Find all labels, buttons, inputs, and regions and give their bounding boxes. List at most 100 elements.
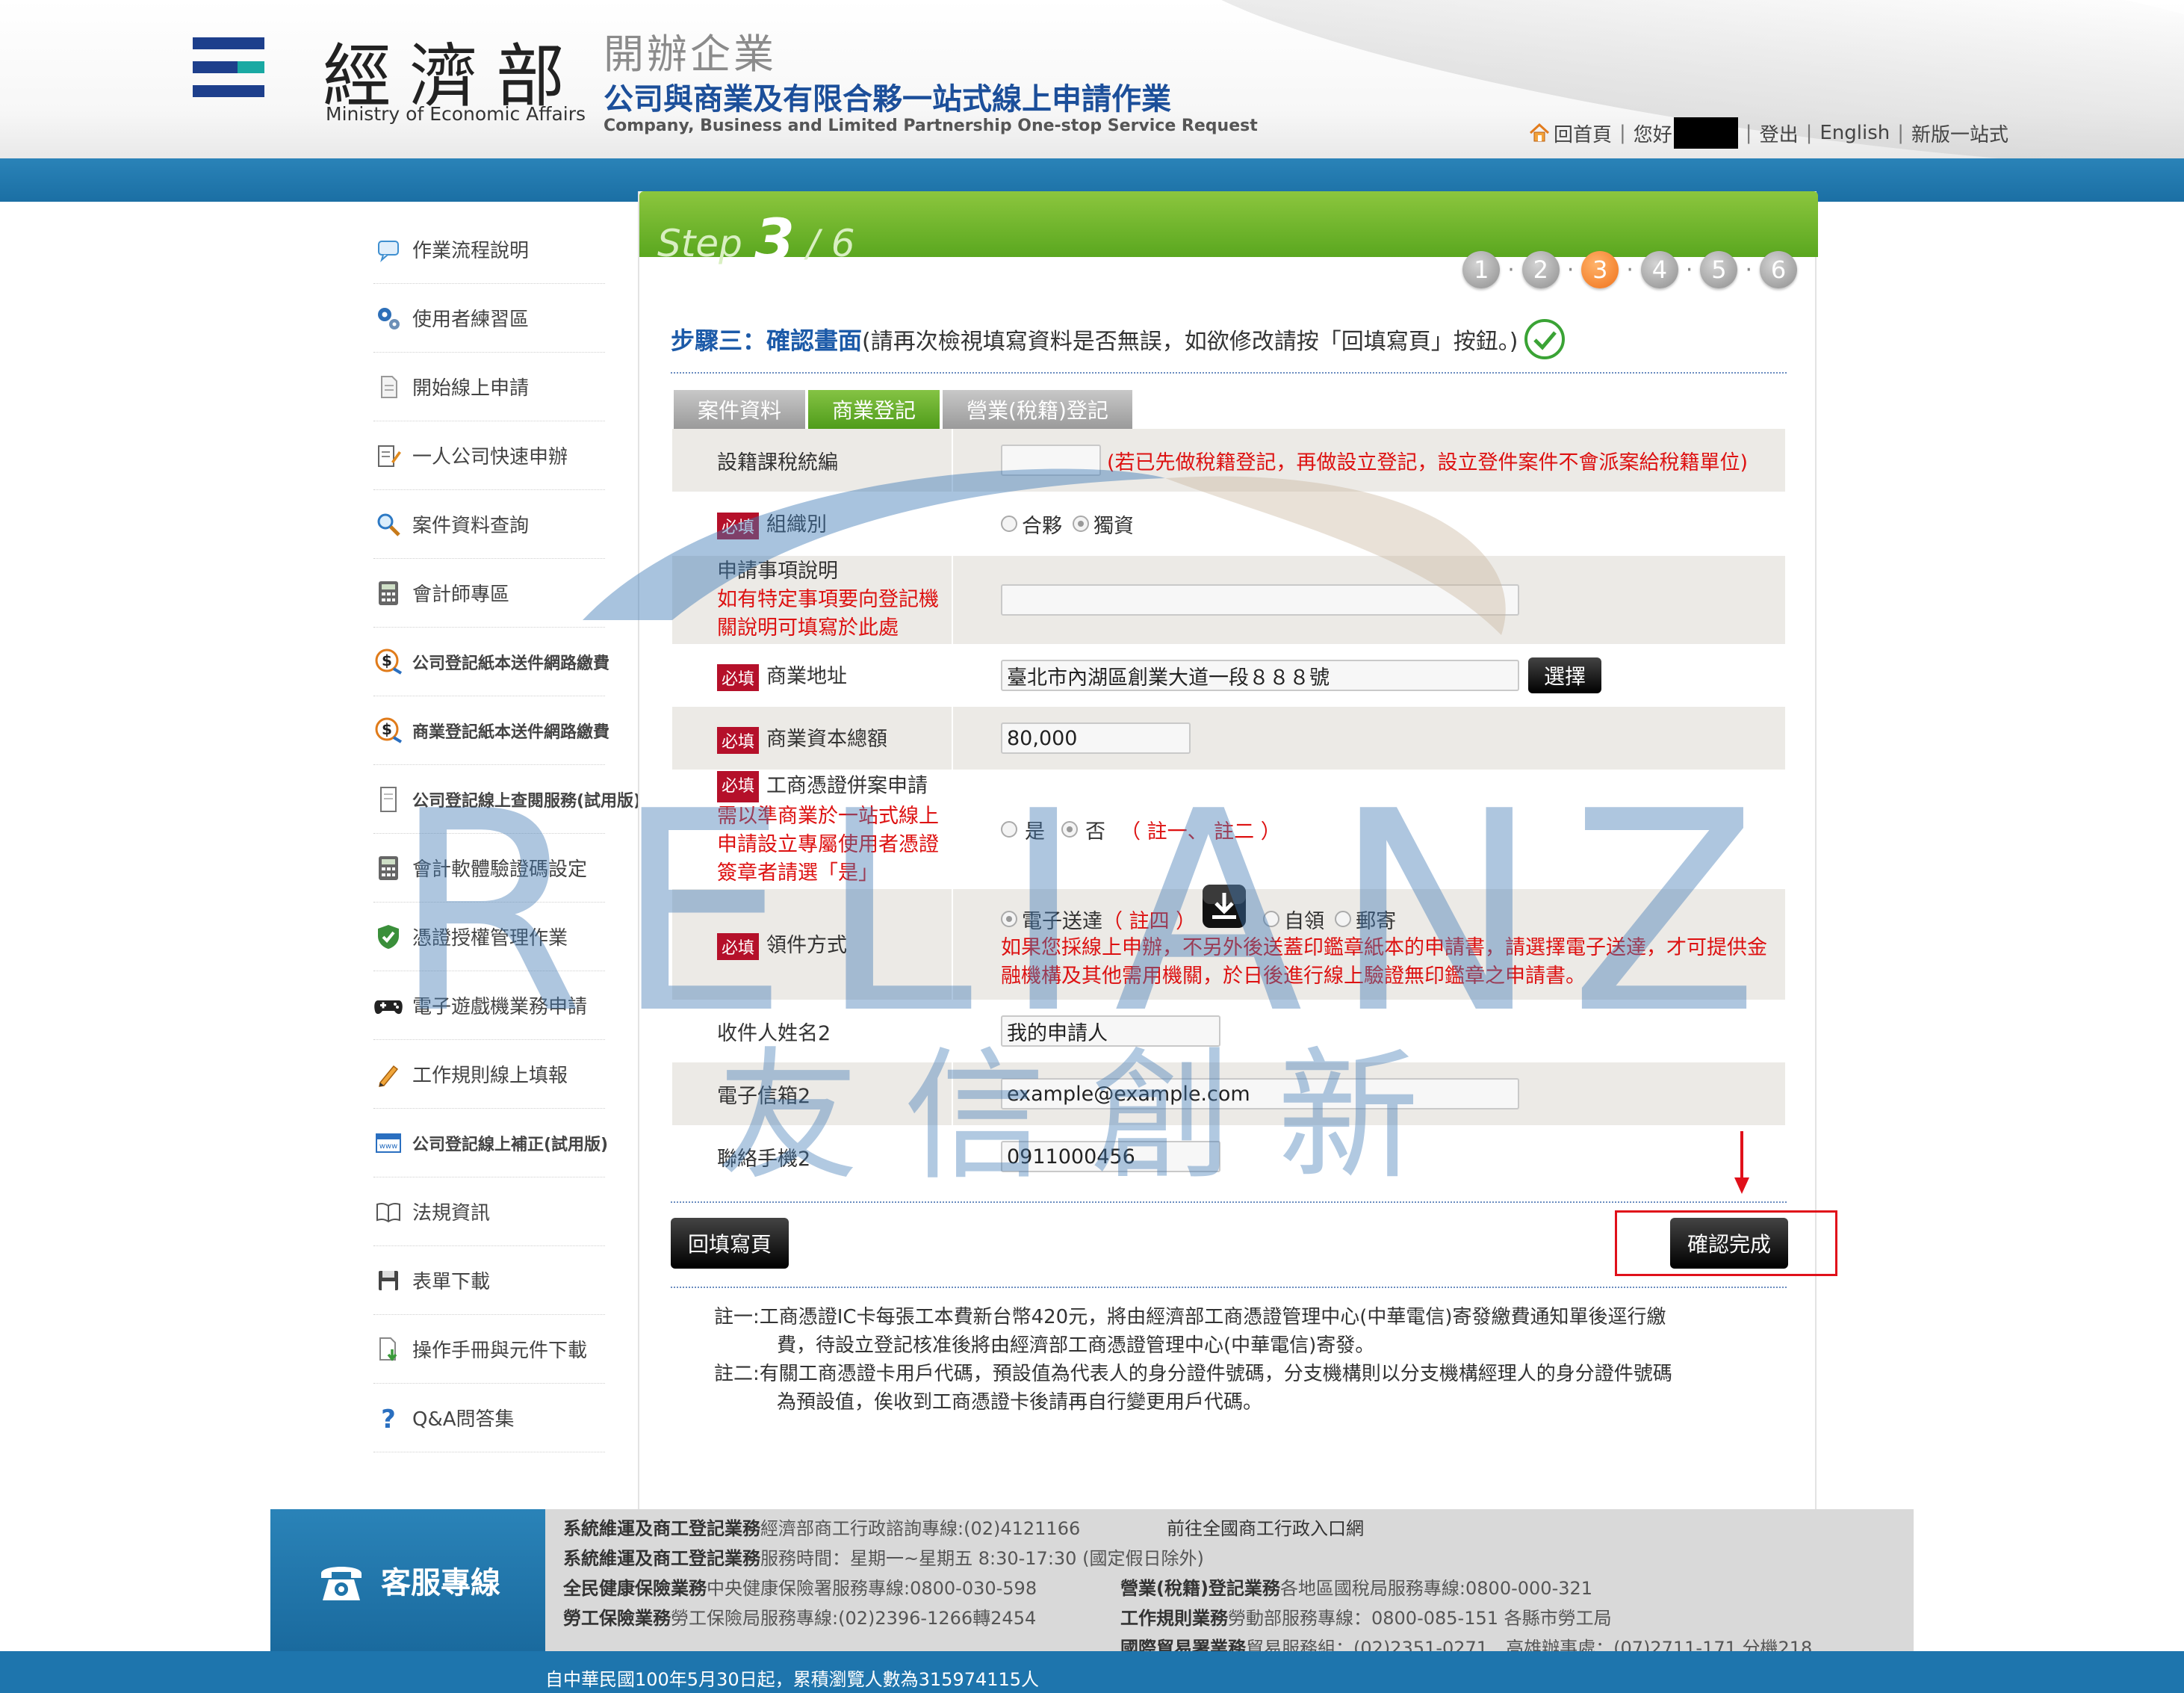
sidebar-item-label: 開始線上申請 bbox=[412, 377, 530, 400]
form-row-tax-id: 設籍課稅統編 (若已先做稅籍登記，再做設立登記，設立登件案件不會派案給稅籍單位) bbox=[672, 429, 1785, 492]
back-button[interactable]: 回填寫頁 bbox=[671, 1218, 789, 1269]
sidebar-item-0[interactable]: 作業流程說明 bbox=[373, 215, 605, 284]
sidebar-item-6[interactable]: $ 公司登記紙本送件網路繳費 bbox=[373, 628, 609, 696]
address-value-cell: 臺北市內湖區創業大道一段８８８號 選擇 bbox=[953, 644, 1785, 707]
link-separator: | bbox=[1619, 122, 1626, 144]
sidebar-item-11[interactable]: 電子遊戲機業務申請 bbox=[373, 971, 605, 1040]
sidebar-item-2[interactable]: 開始線上申請 bbox=[373, 353, 605, 421]
footer-line-text: 勞工保險局服務專線:(02)2396-1266轉2454 bbox=[671, 1608, 1037, 1629]
cert-radio-no[interactable] bbox=[1061, 821, 1078, 838]
sidebar-item-label: 公司登記紙本送件網路繳費 bbox=[412, 654, 610, 673]
sidebar-item-12[interactable]: 工作規則線上填報 bbox=[373, 1040, 605, 1109]
notes: 註一:工商憑證IC卡每張工本費新台幣420元，將由經濟部工商憑證管理中心(中華電… bbox=[714, 1303, 1672, 1417]
remark-input[interactable] bbox=[1001, 584, 1519, 616]
tax-id-note: (若已先做稅籍登記，再做設立登記，設立登件案件不會派案給稅籍單位) bbox=[1107, 451, 1749, 474]
sidebar-item-label: 憑證授權管理作業 bbox=[412, 927, 568, 950]
org-type-option-sole: 獨資 bbox=[1093, 514, 1134, 538]
dollar-coin-icon: $ bbox=[373, 647, 403, 677]
email-input[interactable]: example@example.com bbox=[1001, 1078, 1519, 1109]
svg-text:?: ? bbox=[381, 1405, 396, 1432]
step-current: 3 bbox=[754, 208, 795, 275]
cert-label: 工商憑證併案申請 bbox=[766, 774, 928, 798]
delivery-option-electronic: 電子送達 bbox=[1022, 909, 1102, 933]
address-input[interactable]: 臺北市內湖區創業大道一段８８８號 bbox=[1001, 660, 1519, 691]
shield-check-icon bbox=[373, 922, 403, 952]
sidebar-item-label: 商業登記紙本送件網路繳費 bbox=[412, 722, 610, 742]
sidebar-item-9[interactable]: 會計軟體驗證碼設定 bbox=[373, 834, 605, 903]
delivery-radio-mail[interactable] bbox=[1335, 911, 1352, 927]
phone-label: 聯絡手機2 bbox=[717, 1147, 811, 1171]
sidebar-item-label: 會計師專區 bbox=[412, 584, 510, 606]
logout-link[interactable]: 登出 bbox=[1760, 120, 1799, 147]
sidebar-item-7[interactable]: $ 商業登記紙本送件網路繳費 bbox=[373, 696, 609, 765]
tab-0[interactable]: 案件資料 bbox=[674, 390, 806, 429]
step-prefix: Step bbox=[657, 222, 742, 265]
sidebar-item-label: Q&A問答集 bbox=[412, 1408, 515, 1431]
svg-text:$: $ bbox=[382, 651, 392, 669]
required-badge: 必填 bbox=[717, 932, 760, 960]
site-title-line3: Company, Business and Limited Partnershi… bbox=[604, 117, 1258, 135]
note-1-line-1: 註一:工商憑證IC卡每張工本費新台幣420元，將由經濟部工商憑證管理中心(中華電… bbox=[714, 1306, 1666, 1328]
footer-line-bold: 勞工保險業務 bbox=[563, 1608, 671, 1629]
sidebar-item-label: 法規資訊 bbox=[412, 1202, 491, 1225]
email-label: 電子信箱2 bbox=[717, 1084, 811, 1108]
email-label-cell: 電子信箱2 bbox=[672, 1062, 953, 1125]
sidebar-item-label: 案件資料查詢 bbox=[412, 515, 530, 537]
tax-id-label-cell: 設籍課稅統編 bbox=[672, 429, 953, 492]
sidebar-item-label: 工作規則線上填報 bbox=[412, 1065, 568, 1087]
capital-input[interactable]: 80,000 bbox=[1001, 722, 1191, 754]
hotline-block: 客服專線 bbox=[270, 1509, 545, 1651]
form-row-capital: 必填 商業資本總額 80,000 bbox=[672, 707, 1785, 770]
english-link[interactable]: English bbox=[1820, 122, 1890, 144]
sidebar-item-14[interactable]: 法規資訊 bbox=[373, 1177, 605, 1246]
confirm-heading: 步驟三：確認畫面 (請再次檢視填寫資料是否無誤，如欲修改請按「回填寫頁」按鈕。) bbox=[671, 318, 1566, 360]
main-panel: Step 3 / 6 1 · 2 · 3 · 4 · 5 · 6 步驟三：確認畫面 (請再次檢視填寫… bbox=[638, 191, 1837, 1509]
delivery-radio-electronic[interactable] bbox=[1001, 911, 1017, 927]
sidebar-item-3[interactable]: 一人公司快速申辦 bbox=[373, 421, 605, 490]
sidebar-item-label: 操作手冊與元件下載 bbox=[412, 1340, 588, 1362]
tab-1[interactable]: 商業登記 bbox=[808, 390, 940, 429]
sidebar-item-15[interactable]: 表單下載 bbox=[373, 1246, 605, 1315]
cert-radio-yes[interactable] bbox=[1001, 821, 1017, 838]
sidebar-item-10[interactable]: 憑證授權管理作業 bbox=[373, 903, 605, 971]
page: { "header": { "ministry_cn": "經濟部", "min… bbox=[0, 0, 2184, 1693]
pencil-icon bbox=[373, 1059, 403, 1089]
sidebar-item-8[interactable]: 公司登記線上查閱服務(試用版) bbox=[373, 765, 657, 834]
download-icon[interactable] bbox=[1202, 884, 1247, 929]
org-type-radio-sole[interactable] bbox=[1073, 516, 1089, 532]
tax-id-input[interactable] bbox=[1001, 445, 1101, 476]
tab-2[interactable]: 營業(稅籍)登記 bbox=[943, 390, 1132, 429]
footer-line-text: 貿易服務組：(02)2351-0271 高雄辦事處：(07)2711-171 分… bbox=[1246, 1638, 1813, 1651]
email-value-cell: example@example.com bbox=[953, 1062, 1785, 1125]
step-dot-separator: · bbox=[1507, 256, 1515, 283]
sidebar-item-17[interactable]: ? Q&A問答集 bbox=[373, 1384, 605, 1452]
footer-line-bold: 系統維運及商工登記業務 bbox=[563, 1518, 760, 1539]
confirm-desc: (請再次檢視填寫資料是否無誤，如欲修改請按「回填寫頁」按鈕。) bbox=[862, 329, 1518, 355]
address-select-button[interactable]: 選擇 bbox=[1528, 657, 1601, 693]
delivery-note[interactable]: （ 註四 ） bbox=[1102, 905, 1196, 934]
portal-link[interactable]: 前往全國商工行政入口網 bbox=[1167, 1514, 1364, 1544]
home-icon[interactable] bbox=[1528, 122, 1551, 144]
recipient-input[interactable]: 我的申請人 bbox=[1001, 1015, 1220, 1047]
sidebar-item-5[interactable]: 會計師專區 bbox=[373, 559, 605, 628]
cert-note[interactable]: （ 註一、 註二 ） bbox=[1120, 815, 1281, 844]
org-type-option-partnership: 合夥 bbox=[1022, 514, 1062, 538]
footer-line-text: 勞動部服務專線：0800-085-151 各縣市勞工局 bbox=[1228, 1608, 1612, 1629]
org-type-radio-partnership[interactable] bbox=[1001, 516, 1017, 532]
sidebar-item-13[interactable]: www 公司登記線上補正(試用版) bbox=[373, 1109, 608, 1177]
sidebar-item-1[interactable]: 使用者練習區 bbox=[373, 284, 605, 353]
tax-id-label: 設籍課稅統編 bbox=[717, 451, 838, 474]
step-dot-6: 6 bbox=[1760, 251, 1797, 288]
sidebar-item-4[interactable]: 案件資料查詢 bbox=[373, 490, 605, 559]
step-dot-separator: · bbox=[1685, 256, 1693, 283]
visit-counter: 自中華民國100年5月30日起，累積瀏覽人數為315974115人 bbox=[545, 1669, 1040, 1690]
cert-hint: 需以準商業於一站式線上申請設立專屬使用者憑證簽章者請選「是」 bbox=[717, 805, 939, 885]
new-version-link[interactable]: 新版一站式 bbox=[1911, 120, 2008, 147]
phone-input[interactable]: 0911000456 bbox=[1001, 1141, 1220, 1172]
link-separator: | bbox=[1805, 122, 1813, 144]
home-link[interactable]: 回首頁 bbox=[1554, 120, 1612, 147]
address-label: 商業地址 bbox=[766, 665, 848, 689]
sidebar-item-16[interactable]: 操作手冊與元件下載 bbox=[373, 1315, 605, 1384]
gears-icon bbox=[373, 303, 403, 333]
delivery-radio-pickup[interactable] bbox=[1263, 911, 1280, 927]
